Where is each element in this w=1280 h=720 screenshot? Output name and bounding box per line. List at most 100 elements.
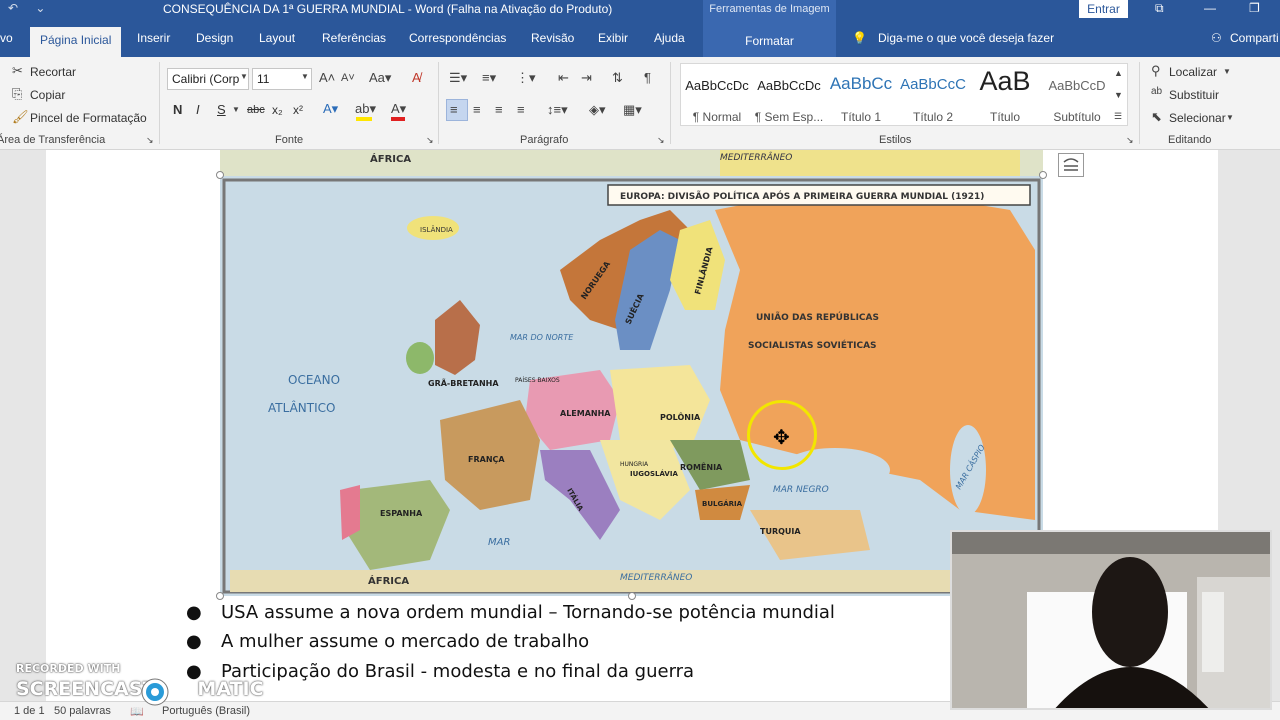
font-name-box[interactable]: Calibri (Corp bbox=[167, 68, 249, 90]
select-dropdown-icon[interactable]: ▼ bbox=[1226, 113, 1234, 122]
tab-help[interactable]: Ajuda bbox=[654, 31, 685, 45]
decrease-indent-icon[interactable]: ⇤ bbox=[558, 70, 569, 86]
font-size-dropdown-icon[interactable]: ▼ bbox=[301, 72, 309, 81]
maximize-icon[interactable]: ❐ bbox=[1249, 1, 1260, 15]
numbering-icon[interactable]: ≡▾ bbox=[482, 70, 496, 86]
undo-icon[interactable]: ↶ bbox=[8, 1, 18, 15]
find-button[interactable]: Localizar bbox=[1169, 65, 1217, 79]
strikethrough-button[interactable]: abc bbox=[247, 104, 265, 116]
cut-button[interactable]: Recortar bbox=[30, 65, 76, 79]
style-name: Subtítulo bbox=[1053, 110, 1101, 124]
tab-format[interactable]: Formatar bbox=[703, 19, 836, 57]
shrink-font-icon[interactable]: A˅ bbox=[341, 72, 355, 84]
divider bbox=[670, 62, 671, 144]
tab-view[interactable]: Exibir bbox=[598, 31, 628, 45]
change-case-icon[interactable]: Aa▾ bbox=[369, 70, 391, 86]
tell-me-search[interactable]: Diga-me o que você deseja fazer bbox=[878, 31, 1054, 45]
map-label-netherlands: PAÍSES BAIXOS bbox=[515, 377, 560, 384]
tab-review[interactable]: Revisão bbox=[531, 31, 574, 45]
sign-in-button[interactable]: Entrar bbox=[1079, 0, 1128, 18]
resize-handle[interactable] bbox=[216, 592, 224, 600]
bold-button[interactable]: N bbox=[173, 102, 182, 117]
tab-layout[interactable]: Layout bbox=[259, 31, 295, 45]
bullet-item[interactable]: ● A mulher assume o mercado de trabalho bbox=[186, 631, 589, 652]
style-subtitle[interactable]: AaBbCcD Subtítulo bbox=[1041, 64, 1113, 127]
italic-button[interactable]: I bbox=[196, 102, 200, 117]
gallery-more-icon[interactable]: ☰ bbox=[1114, 111, 1122, 122]
bullet-item[interactable]: ● USA assume a nova ordem mundial – Torna… bbox=[186, 602, 835, 623]
editing-group-label: Editando bbox=[1168, 134, 1212, 146]
replace-button[interactable]: Substituir bbox=[1169, 88, 1219, 102]
superscript-button[interactable]: x² bbox=[293, 103, 303, 117]
gallery-down-icon[interactable]: ▼ bbox=[1114, 90, 1123, 100]
map-label-france: FRANÇA bbox=[468, 455, 505, 464]
resize-handle[interactable] bbox=[216, 171, 224, 179]
multilevel-list-icon[interactable]: ⋮▾ bbox=[516, 70, 536, 86]
qat-customize-icon[interactable]: ⌄ bbox=[35, 1, 45, 15]
ribbon-tabs: vo Página Inicial Inserir Design Layout … bbox=[0, 19, 1280, 57]
map-label-africa-bottom: ÁFRICA bbox=[368, 574, 409, 587]
tab-design[interactable]: Design bbox=[196, 31, 233, 45]
tab-file[interactable]: vo bbox=[0, 31, 13, 45]
style-heading-2[interactable]: AaBbCcC Título 2 bbox=[897, 64, 969, 127]
ribbon: ✂ Recortar ⎘ Copiar 🖌 Pincel de Formataç… bbox=[0, 57, 1280, 150]
share-button[interactable]: Comparti bbox=[1230, 31, 1279, 45]
font-name-dropdown-icon[interactable]: ▼ bbox=[240, 72, 248, 81]
europe-map-image[interactable]: EUROPA: DIVISÃO POLÍTICA APÓS A PRIMEIRA… bbox=[220, 150, 1043, 596]
styles-launcher-icon[interactable]: ↘ bbox=[1126, 135, 1134, 146]
justify-icon[interactable]: ≡ bbox=[517, 102, 525, 117]
select-button[interactable]: Selecionar bbox=[1169, 111, 1226, 125]
resize-handle[interactable] bbox=[1039, 171, 1047, 179]
map-label-med-top: MEDITERRÂNEO bbox=[720, 151, 792, 163]
resize-handle[interactable] bbox=[628, 592, 636, 600]
clear-formatting-icon[interactable]: A̸ bbox=[412, 70, 421, 85]
tab-home[interactable]: Página Inicial bbox=[30, 27, 122, 57]
underline-dropdown-icon[interactable]: ▼ bbox=[232, 105, 240, 114]
shading-icon[interactable]: ◈▾ bbox=[589, 102, 606, 118]
language-indicator[interactable]: Português (Brasil) bbox=[162, 705, 250, 717]
tab-mailings[interactable]: Correspondências bbox=[409, 31, 506, 45]
title-bar: ↶ ⌄ CONSEQUÊNCIA DA 1ª GUERRA MUNDIAL - … bbox=[0, 0, 1280, 19]
tab-references[interactable]: Referências bbox=[322, 31, 386, 45]
tab-insert[interactable]: Inserir bbox=[137, 31, 170, 45]
ribbon-display-options-icon[interactable]: ⧉ bbox=[1155, 1, 1164, 16]
grow-font-icon[interactable]: A˄ bbox=[319, 70, 335, 85]
find-dropdown-icon[interactable]: ▼ bbox=[1223, 67, 1231, 76]
highlight-icon[interactable]: ab▾ bbox=[355, 101, 376, 117]
style-no-spacing[interactable]: AaBbCcDc ¶ Sem Esp... bbox=[753, 64, 825, 127]
page-count[interactable]: 1 de 1 bbox=[14, 705, 45, 717]
font-launcher-icon[interactable]: ↘ bbox=[426, 135, 434, 146]
increase-indent-icon[interactable]: ⇥ bbox=[581, 70, 592, 86]
map-label-yugoslavia: IUGOSLÁVIA bbox=[630, 469, 678, 478]
watermark-recorded-with: RECORDED WITH bbox=[16, 662, 121, 675]
bullet-text: Participação do Brasil - modesta e no fi… bbox=[221, 661, 695, 682]
text-effects-icon[interactable]: A▾ bbox=[323, 101, 338, 117]
layout-options-icon[interactable] bbox=[1058, 153, 1084, 177]
styles-gallery: AaBbCcDc ¶ Normal AaBbCcDc ¶ Sem Esp... … bbox=[680, 63, 1128, 126]
copy-button[interactable]: Copiar bbox=[30, 88, 65, 102]
style-title[interactable]: AaB Título bbox=[969, 64, 1041, 127]
align-center-icon[interactable]: ≡ bbox=[473, 102, 481, 117]
style-heading-1[interactable]: AaBbCc Título 1 bbox=[825, 64, 897, 127]
picture-tools-context-label: Ferramentas de Imagem bbox=[703, 0, 836, 19]
map-label-north-sea: MAR DO NORTE bbox=[510, 333, 574, 342]
bullets-icon[interactable]: ☰▾ bbox=[449, 70, 467, 86]
paragraph-launcher-icon[interactable]: ↘ bbox=[657, 135, 665, 146]
gallery-up-icon[interactable]: ▲ bbox=[1114, 68, 1123, 78]
line-spacing-icon[interactable]: ↕≡▾ bbox=[547, 102, 568, 118]
align-right-icon[interactable]: ≡ bbox=[495, 102, 503, 117]
format-painter-button[interactable]: Pincel de Formatação bbox=[30, 111, 147, 125]
style-normal[interactable]: AaBbCcDc ¶ Normal bbox=[681, 64, 753, 127]
minimize-icon[interactable]: — bbox=[1204, 1, 1216, 15]
font-color-icon[interactable]: A▾ bbox=[391, 101, 406, 117]
map-label-hungary: HUNGRIA bbox=[620, 461, 649, 468]
subscript-button[interactable]: x₂ bbox=[272, 103, 283, 117]
style-name: ¶ Sem Esp... bbox=[754, 110, 824, 124]
underline-button[interactable]: S bbox=[217, 102, 226, 117]
word-count[interactable]: 50 palavras bbox=[54, 705, 111, 717]
show-formatting-icon[interactable]: ¶ bbox=[644, 70, 651, 85]
borders-icon[interactable]: ▦▾ bbox=[623, 102, 642, 118]
select-icon: ⬉ bbox=[1151, 109, 1162, 124]
clipboard-launcher-icon[interactable]: ↘ bbox=[146, 135, 154, 146]
sort-icon[interactable]: ⇅ bbox=[612, 70, 623, 86]
